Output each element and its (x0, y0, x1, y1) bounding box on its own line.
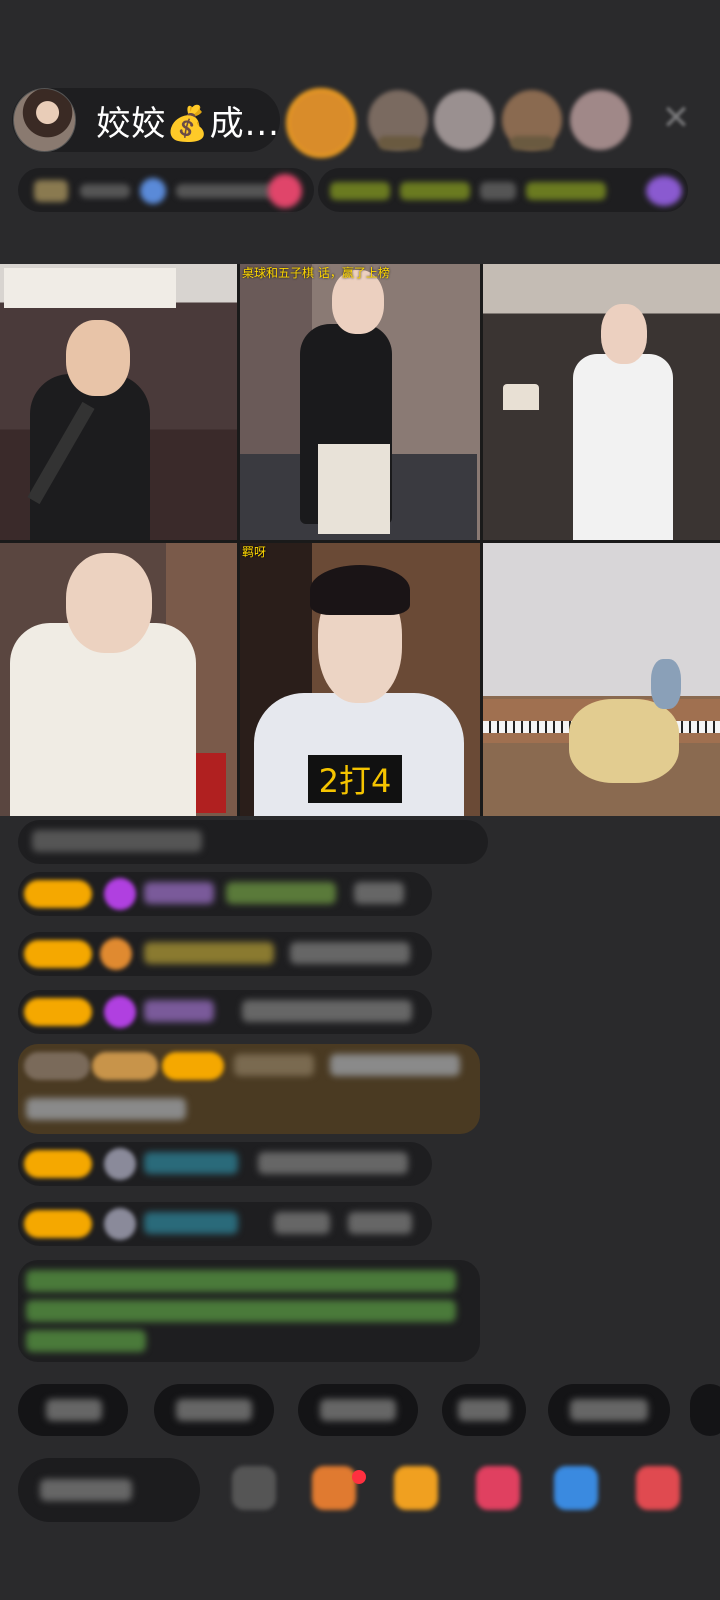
chat-message (18, 932, 432, 976)
comment-input[interactable] (18, 1458, 200, 1522)
video-tile-3[interactable] (483, 264, 720, 540)
guest-figure (573, 354, 673, 540)
system-notice (18, 1260, 480, 1362)
gift-box-icon[interactable] (312, 1466, 356, 1510)
quick-reply-chip[interactable] (548, 1384, 670, 1436)
more-icon[interactable] (636, 1466, 680, 1510)
room-info-row (18, 168, 698, 222)
host-avatar[interactable] (13, 88, 77, 152)
close-icon[interactable]: ✕ (656, 98, 696, 138)
chat-message (18, 990, 432, 1034)
chat-message-highlight (18, 1044, 480, 1134)
viewer-rank-badge (378, 136, 422, 150)
guest-face (601, 304, 647, 364)
chair (569, 699, 679, 783)
quick-reply-chip[interactable] (442, 1384, 526, 1436)
quick-reply-row (18, 1384, 720, 1436)
tile-label: 桌球和五子棋 话，赢了上榜 (242, 266, 390, 280)
quick-reply-chip[interactable] (298, 1384, 418, 1436)
plush-toy (651, 659, 681, 709)
notification-dot (352, 1470, 366, 1484)
video-tile-4[interactable] (0, 543, 237, 816)
room-tags-pill[interactable] (318, 168, 688, 212)
viewer-avatar-3[interactable] (434, 90, 494, 150)
decor (196, 753, 226, 813)
room-stats-pill[interactable] (18, 168, 314, 212)
tile-label: 羁呀 (242, 545, 267, 559)
guest-face (66, 553, 152, 653)
host-name: 姣姣💰成... (96, 103, 280, 144)
video-tile-2[interactable]: 桌球和五子棋 话，赢了上榜 (240, 264, 480, 540)
guest-skirt (318, 444, 390, 534)
viewer-avatar-5[interactable] (570, 90, 630, 150)
lamp (503, 384, 539, 410)
video-tile-6[interactable] (483, 543, 720, 816)
emoji-icon[interactable] (232, 1466, 276, 1510)
game-icon[interactable] (476, 1466, 520, 1510)
chat-message (18, 872, 432, 916)
share-icon[interactable] (554, 1466, 598, 1510)
viewer-rank-badge (510, 136, 554, 150)
video-tile-5[interactable]: 2打4 羁呀 (240, 543, 480, 816)
wall-sign (4, 268, 176, 308)
quick-reply-chip[interactable] (690, 1384, 720, 1436)
chat-message (18, 1202, 432, 1246)
quick-reply-chip[interactable] (18, 1384, 128, 1436)
guest-figure (30, 374, 150, 540)
viewer-avatar-1[interactable] (286, 88, 356, 158)
video-tile-1[interactable] (0, 264, 237, 540)
gift-icon[interactable] (394, 1466, 438, 1510)
guest-face (66, 320, 130, 396)
pk-score-badge: 2打4 (308, 755, 402, 803)
host-info-pill[interactable]: 姣姣💰成... (12, 88, 280, 152)
multi-guest-video-grid: 桌球和五子棋 话，赢了上榜 2打4 羁呀 (0, 264, 720, 816)
chat-message (18, 1142, 432, 1186)
quick-reply-chip[interactable] (154, 1384, 274, 1436)
chat-message (18, 820, 488, 864)
bottom-action-bar (18, 1452, 718, 1532)
guest-hair (310, 565, 410, 615)
